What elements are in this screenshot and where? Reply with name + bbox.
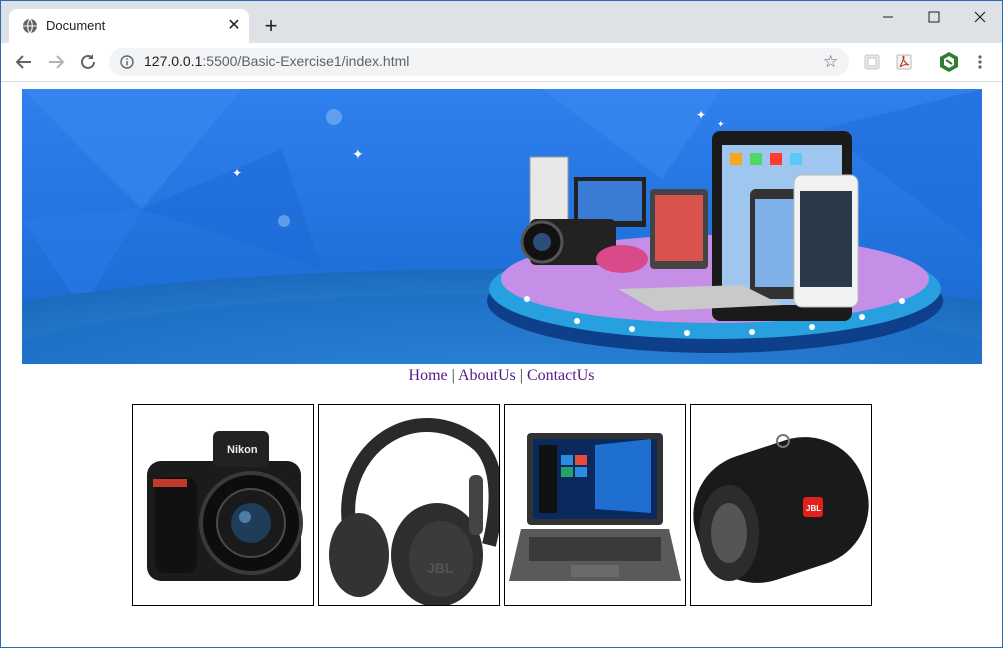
forward-icon[interactable] — [45, 51, 67, 73]
star-icon[interactable]: ☆ — [823, 52, 838, 72]
site-nav: Home | AboutUs | ContactUs — [1, 367, 1002, 385]
pdf-icon[interactable] — [895, 53, 913, 71]
svg-text:✦: ✦ — [696, 108, 706, 122]
svg-text:✦: ✦ — [232, 166, 242, 180]
close-window-button[interactable] — [957, 5, 1002, 29]
reload-icon[interactable] — [77, 51, 99, 73]
product-speaker: JBL — [690, 404, 872, 606]
product-camera: Nikon — [132, 404, 314, 606]
extension-icon[interactable] — [863, 53, 881, 71]
nav-separator: | — [519, 367, 523, 384]
nav-link-home[interactable]: Home — [409, 367, 448, 384]
camera-image: Nikon — [147, 431, 303, 581]
svg-text:✦: ✦ — [717, 119, 725, 129]
info-icon[interactable] — [120, 55, 134, 69]
svg-text:JBL: JBL — [806, 504, 821, 513]
url-path: :5500/Basic-Exercise1/index.html — [202, 53, 410, 69]
tab-strip: Document ✕ + — [1, 1, 1002, 43]
menu-icon[interactable] — [971, 53, 989, 71]
nav-separator: | — [451, 367, 455, 384]
product-headphones: JBL — [318, 404, 500, 606]
browser-toolbar: 127.0.0.1:5500/Basic-Exercise1/index.htm… — [1, 43, 1002, 82]
browser-window: Document ✕ + 127.0.0.1:5500/Basic-Exerci… — [0, 0, 1003, 648]
nav-link-contactus[interactable]: ContactUs — [527, 367, 595, 384]
address-bar[interactable]: 127.0.0.1:5500/Basic-Exercise1/index.htm… — [109, 48, 849, 76]
speaker-image: JBL — [693, 434, 869, 583]
browser-tab[interactable]: Document ✕ — [9, 9, 249, 43]
maximize-icon — [928, 11, 940, 23]
web-page: ✦ ✦ ✦ ✦ Home | AboutUs | ContactUs Nikon… — [1, 82, 1002, 647]
minimize-icon — [883, 16, 893, 18]
tab-title: Document — [46, 18, 106, 33]
minimize-button[interactable] — [865, 5, 911, 29]
url-text[interactable]: 127.0.0.1:5500/Basic-Exercise1/index.htm… — [144, 53, 409, 69]
svg-text:Nikon: Nikon — [227, 444, 258, 456]
electronics-banner-image: ✦ ✦ ✦ ✦ — [22, 89, 982, 364]
maximize-button[interactable] — [911, 5, 957, 29]
url-host: 127.0.0.1 — [144, 53, 203, 69]
new-tab-button[interactable]: + — [260, 15, 282, 37]
product-gallery: Nikon JBL JBL — [132, 404, 892, 606]
globe-icon — [23, 18, 37, 34]
close-icon — [974, 11, 986, 23]
back-icon[interactable] — [13, 51, 35, 73]
profile-icon[interactable] — [938, 51, 960, 73]
headphones-image: JBL — [329, 418, 499, 605]
laptop-image — [509, 433, 681, 581]
nav-link-aboutus[interactable]: AboutUs — [458, 367, 516, 384]
svg-text:✦: ✦ — [352, 146, 364, 162]
svg-text:JBL: JBL — [427, 560, 454, 576]
product-laptop — [504, 404, 686, 606]
close-tab-button[interactable]: ✕ — [225, 17, 243, 35]
